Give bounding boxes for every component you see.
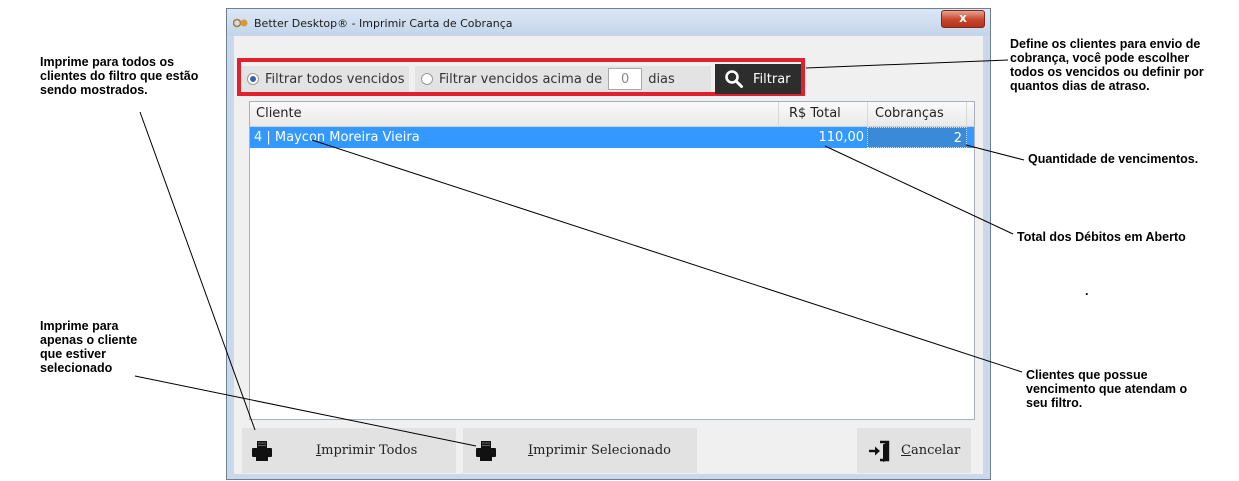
cell-total[interactable]: 110,00 xyxy=(778,127,865,148)
annotation-line: clientes do filtro que estão xyxy=(40,69,199,83)
clients-grid[interactable]: Cliente R$ Total Cobranças 4 | Maycon Mo… xyxy=(249,101,975,420)
clients-annotation: Clientes que possue vencimento que atend… xyxy=(1026,368,1187,410)
close-button[interactable]: x xyxy=(941,10,985,28)
printer-icon xyxy=(476,441,496,461)
exit-door-icon xyxy=(869,440,890,462)
annotation-line: cobrança, você pode escolher xyxy=(1010,51,1190,65)
days-input[interactable] xyxy=(608,68,643,90)
print-selected-label: Imprimir Selecionado xyxy=(528,443,671,458)
annotation-line: seu filtro. xyxy=(1026,396,1083,410)
search-icon xyxy=(725,70,743,88)
filter-button-label: Filtrar xyxy=(753,71,791,87)
radio-filter-days[interactable]: Filtrar vencidos acima de dias xyxy=(415,66,711,92)
annotation-line: selecionado xyxy=(40,361,113,375)
annotation-line: sendo mostrados. xyxy=(40,83,148,97)
printer-icon xyxy=(252,441,272,461)
radio-button[interactable] xyxy=(421,73,433,85)
print-all-button[interactable]: Imprimir Todos xyxy=(242,428,456,473)
radio-filter-all[interactable]: Filtrar todos vencidos xyxy=(241,66,409,92)
title-bar[interactable]: Better Desktop® - Imprimir Carta de Cobr… xyxy=(227,9,990,36)
cell-cobrancas[interactable]: 2 xyxy=(867,127,967,148)
annotation-line: vencimento que atendam o xyxy=(1026,382,1188,396)
print-all-label: Imprimir Todos xyxy=(316,443,417,458)
dialog-window: Better Desktop® - Imprimir Carta de Cobr… xyxy=(226,8,991,480)
column-header-total[interactable]: R$ Total xyxy=(778,102,866,126)
cell-cliente[interactable]: 4 | Maycon Moreira Vieira xyxy=(254,127,774,148)
column-header-cobrancas[interactable]: Cobranças xyxy=(867,102,967,126)
print-all-annotation: Imprime para todos os clientes do filtro… xyxy=(40,55,198,97)
window-title: Better Desktop® - Imprimir Carta de Cobr… xyxy=(254,17,513,30)
cancel-button[interactable]: Cancelar xyxy=(857,428,971,473)
annotation-line: Imprime para todos os xyxy=(40,55,175,69)
column-header-cliente[interactable]: Cliente xyxy=(256,102,776,126)
filter-highlight-box: Filtrar todos vencidos Filtrar vencidos … xyxy=(237,58,805,96)
mnemonic: C xyxy=(901,443,911,458)
annotation-line: Define os clientes para envio de xyxy=(1010,37,1201,51)
filter-button[interactable]: Filtrar xyxy=(715,64,801,94)
count-annotation: Quantidade de vencimentos. xyxy=(1028,152,1199,166)
dialog-body: Filtrar todos vencidos Filtrar vencidos … xyxy=(234,36,983,474)
table-row[interactable]: 4 | Maycon Moreira Vieira 110,00 2 xyxy=(250,127,974,148)
annotation-line: quantos dias de atraso. xyxy=(1010,79,1150,93)
radio-filter-days-label[interactable]: Filtrar vencidos acima de xyxy=(439,72,602,87)
annotation-line: todos os vencidos ou definir por xyxy=(1010,65,1204,79)
label-rest: mprimir Todos xyxy=(321,443,418,458)
cancel-label: Cancelar xyxy=(901,443,960,458)
label-rest: ancelar xyxy=(910,443,961,458)
app-logo-icon xyxy=(233,18,248,28)
print-selected-annotation: Imprime para apenas o cliente que estive… xyxy=(40,319,137,375)
filter-annotation: Define os clientes para envio de cobranç… xyxy=(1010,37,1204,93)
days-suffix-label: dias xyxy=(648,71,675,87)
grid-header: Cliente R$ Total Cobranças xyxy=(250,102,974,127)
total-annotation: Total dos Débitos em Aberto xyxy=(1017,230,1186,244)
annotation-line: Clientes que possue xyxy=(1026,368,1148,382)
stray-dot: . xyxy=(1085,284,1089,298)
label-rest: mprimir Selecionado xyxy=(533,443,671,458)
annotation-line: que estiver xyxy=(40,347,107,361)
radio-button-selected[interactable] xyxy=(247,73,259,85)
annotation-line: apenas o cliente xyxy=(40,333,138,347)
print-selected-button[interactable]: Imprimir Selecionado xyxy=(463,428,697,473)
annotation-line: Imprime para xyxy=(40,319,119,333)
radio-filter-all-label[interactable]: Filtrar todos vencidos xyxy=(265,72,404,87)
